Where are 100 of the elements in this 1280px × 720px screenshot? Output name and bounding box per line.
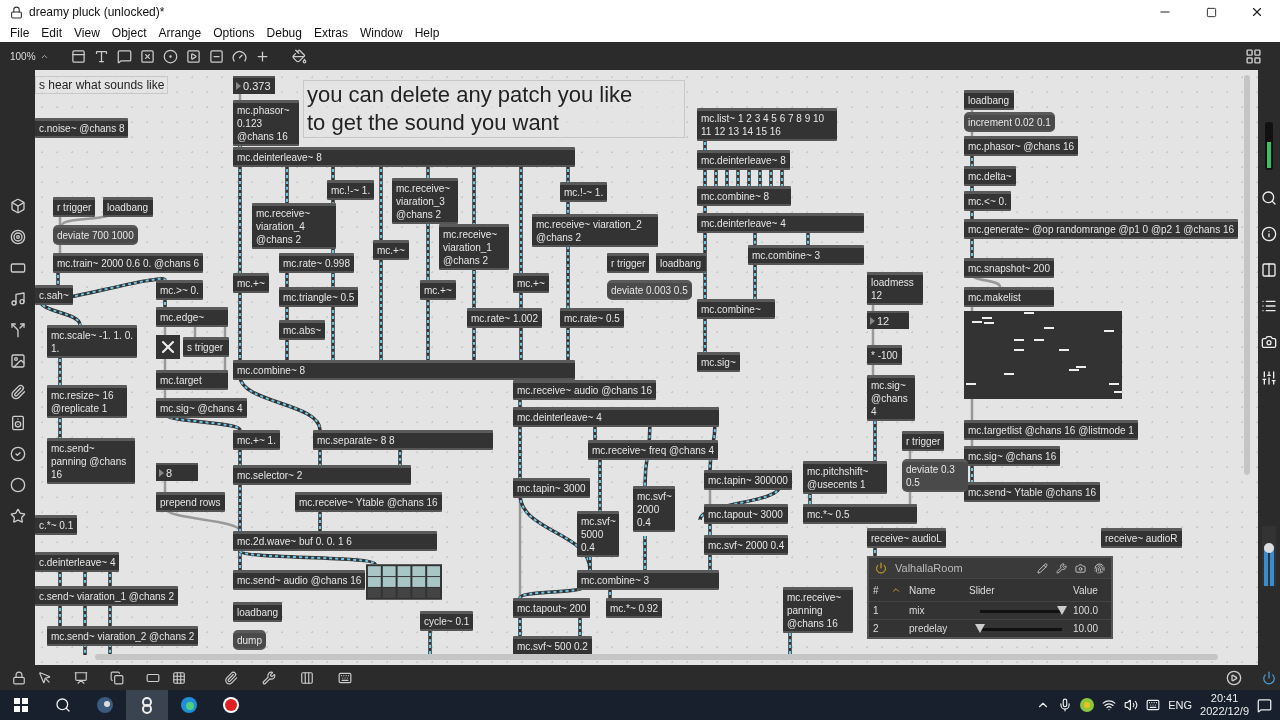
object-box[interactable]: mc.+~ 1. <box>233 430 280 450</box>
object-box[interactable]: mc.receive~ panning @chans 16 <box>783 587 853 633</box>
object-box[interactable]: mc.*~ 0.5 <box>803 504 917 524</box>
object-box[interactable]: mc.svf~ 500 0.2 <box>513 636 592 656</box>
object-box[interactable]: mc.sig~ <box>697 352 740 372</box>
message-box[interactable]: deviate 700 1000 <box>53 225 138 245</box>
object-box[interactable]: mc.combine~ 3 <box>577 570 719 590</box>
object-box[interactable]: prepend rows <box>156 492 225 512</box>
clock-date[interactable]: 2022/12/9 <box>1200 705 1249 718</box>
object-box[interactable]: mc.rate~ 0.998 <box>279 253 354 273</box>
object-box[interactable]: mc.send~ viaration_2 @chans 2 <box>47 626 199 646</box>
object-box[interactable]: mc.deinterleave~ 8 <box>233 147 575 167</box>
object-box[interactable]: r trigger <box>607 253 650 273</box>
message-box[interactable]: increment 0.02 0.1 <box>964 112 1055 132</box>
menu-item[interactable]: Edit <box>35 26 69 40</box>
menu-item[interactable]: Options <box>207 26 261 40</box>
object-box[interactable]: mc.tapout~ 200 <box>513 598 591 618</box>
menu-item[interactable]: Extras <box>307 26 354 40</box>
zoom-dropdown[interactable]: 100% <box>10 50 36 62</box>
number-box[interactable]: 8 <box>156 463 198 481</box>
object-box[interactable]: mc.scale~ -1. 1. 0. 1. <box>47 325 137 358</box>
object-box[interactable]: mc.sig~ @chans 4 <box>156 398 247 418</box>
number-box[interactable]: 0.373 <box>233 76 275 94</box>
object-box[interactable]: mc.+~ <box>513 273 549 293</box>
object-box[interactable]: r trigger <box>53 197 96 217</box>
object-box[interactable]: mc.tapin~ 3000 <box>513 478 590 498</box>
object-box[interactable]: mc.*~ 0.92 <box>606 598 663 618</box>
object-box[interactable]: loadbang <box>103 197 153 217</box>
message-box[interactable]: deviate 0.003 0.5 <box>607 280 692 300</box>
object-box[interactable]: mc.selector~ 2 <box>233 465 411 485</box>
object-box[interactable]: mc.!-~ 1. <box>327 180 375 200</box>
object-box[interactable]: mc.phasor~ @chans 16 <box>964 136 1079 156</box>
object-box[interactable]: mc.edge~ <box>156 307 228 327</box>
language-indicator[interactable]: ENG <box>1168 699 1193 711</box>
object-box[interactable]: mc.targetlist @chans 16 @listmode 1 <box>964 420 1138 440</box>
object-box[interactable]: mc.resize~ 16 @replicate 1 <box>47 385 127 418</box>
column-header[interactable]: Name <box>909 584 969 596</box>
object-box[interactable]: c.noise~ @chans 8 <box>35 118 129 138</box>
object-box[interactable]: receive~ audioR <box>1101 528 1182 548</box>
column-header[interactable]: Slider <box>969 584 1073 596</box>
object-box[interactable]: mc.sig~ @chans 4 <box>867 375 915 421</box>
clock-time[interactable]: 20:41 <box>1210 692 1239 705</box>
object-box[interactable]: mc.send~ audio @chans 16 <box>233 570 366 590</box>
object-box[interactable]: c.deinterleave~ 4 <box>35 552 120 572</box>
object-box[interactable]: mc.>~ 0. <box>156 280 203 300</box>
object-box[interactable]: mc.+~ <box>373 240 409 260</box>
number-box[interactable]: 12 <box>867 311 909 329</box>
menu-item[interactable]: Object <box>105 26 153 40</box>
object-box[interactable]: mc.2d.wave~ buf 0. 0. 1 6 <box>233 531 437 551</box>
message-box[interactable]: dump <box>233 630 266 650</box>
object-box[interactable]: mc.svf~ 2000 0.4 <box>704 535 789 555</box>
object-box[interactable]: mc.+~ <box>420 280 456 300</box>
object-box[interactable]: mc.receive~ viaration_1 @chans 2 <box>439 224 509 270</box>
menu-item[interactable]: Window <box>353 26 409 40</box>
object-box[interactable]: loadmess 12 <box>867 272 923 305</box>
object-box[interactable]: mc.generate~ @op randomrange @p1 0 @p2 1 @chans 16 <box>964 219 1239 239</box>
object-box[interactable]: c.sah~ <box>35 285 73 305</box>
object-box[interactable]: mc.target <box>156 370 228 390</box>
column-header[interactable]: Value <box>1073 584 1111 596</box>
object-box[interactable]: loadbang <box>964 90 1014 110</box>
object-box[interactable]: mc.triangle~ 0.5 <box>279 287 359 307</box>
object-box[interactable]: mc.send~ panning @chans 16 <box>47 438 135 484</box>
object-box[interactable]: mc.rate~ 0.5 <box>560 308 624 328</box>
object-box[interactable]: mc.svf~ 2000 0.4 <box>633 486 675 532</box>
object-box[interactable]: r trigger <box>902 431 945 451</box>
object-box[interactable]: mc.deinterleave~ 8 <box>697 150 790 170</box>
object-box[interactable]: * -100 <box>867 345 902 365</box>
object-box[interactable]: loadbang <box>656 253 706 273</box>
object-box[interactable]: mc.rate~ 1.002 <box>467 308 542 328</box>
object-box[interactable]: mc.receive~ viaration_4 @chans 2 <box>252 203 336 249</box>
object-box[interactable]: mc.receive~ freq @chans 4 <box>588 440 719 460</box>
object-box[interactable]: mc.receive~ Ytable @chans 16 <box>295 492 442 512</box>
object-box[interactable]: mc.deinterleave~ 4 <box>697 213 864 233</box>
object-box[interactable]: mc.send~ Ytable @chans 16 <box>964 482 1101 502</box>
object-box[interactable]: mc.deinterleave~ 4 <box>513 407 719 427</box>
menu-item[interactable]: Help <box>408 26 446 40</box>
object-box[interactable]: mc.makelist <box>964 287 1054 307</box>
object-box[interactable]: mc.delta~ <box>964 166 1016 186</box>
menu-item[interactable]: View <box>68 26 106 40</box>
object-box[interactable]: mc.list~ 1 2 3 4 5 6 7 8 9 10 11 12 13 14 15 16 <box>697 108 837 141</box>
object-box[interactable]: mc.receive~ audio @chans 16 <box>513 380 656 400</box>
object-box[interactable]: mc.train~ 2000 0.6 0. @chans 6 <box>53 253 204 273</box>
object-box[interactable]: mc.combine~ 8 <box>697 186 791 206</box>
object-box[interactable]: receive~ audioL <box>867 528 946 548</box>
object-box[interactable]: c.send~ viaration_1 @chans 2 <box>35 586 178 606</box>
object-box[interactable]: mc.sig~ @chans 16 <box>964 446 1061 466</box>
object-box[interactable]: cycle~ 0.1 <box>420 611 474 631</box>
menu-item[interactable]: Arrange <box>152 26 208 40</box>
object-box[interactable]: c.*~ 0.1 <box>35 515 78 535</box>
menu-item[interactable]: Debug <box>260 26 308 40</box>
object-box[interactable]: mc.!-~ 1. <box>560 182 608 202</box>
object-box[interactable]: mc.snapshot~ 200 <box>964 258 1054 278</box>
object-box[interactable]: mc.svf~ 5000 0.4 <box>577 511 619 557</box>
object-box[interactable]: mc.receive~ viaration_3 @chans 2 <box>392 178 458 224</box>
object-box[interactable]: mc.phasor~ 0.123 @chans 16 <box>233 100 299 146</box>
object-box[interactable]: mc.tapin~ 300000 <box>704 470 792 490</box>
object-box[interactable]: mc.receive~ viaration_2 @chans 2 <box>532 214 658 247</box>
object-box[interactable]: s trigger <box>183 337 229 357</box>
object-box[interactable]: mc.tapout~ 3000 <box>704 504 788 524</box>
object-box[interactable]: mc.<~ 0. <box>964 191 1011 211</box>
